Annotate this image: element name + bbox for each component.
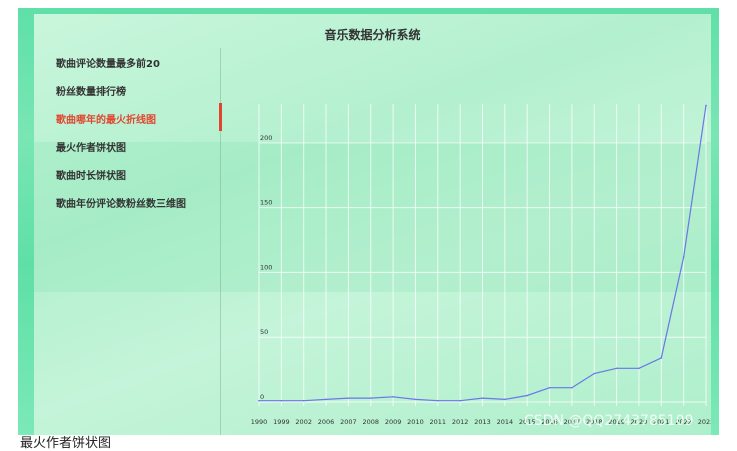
data-point [280,399,283,402]
data-point [347,397,350,399]
line-chart: 0 50 100 150 200 1990 1999 2002 2006 2007 2008 200… [251,104,711,426]
data-point [481,397,484,399]
y-tick-label: 150 [260,199,272,207]
data-point [258,399,260,402]
data-point [615,367,618,370]
x-tick-label: 2009 [385,418,402,426]
x-tick-label: 1999 [273,418,290,426]
y-tick-label: 200 [260,134,272,142]
sidebar-item-fans-ranking[interactable]: 粉丝数量排行榜 [56,83,126,98]
data-point [526,394,528,397]
x-tick-label: 2006 [318,418,335,426]
sidebar-item-top-author-pie[interactable]: 最火作者饼状图 [56,139,126,154]
chart-grid [258,104,707,406]
x-tick-label: 2010 [407,418,424,426]
x-tick-label: 2007 [340,418,357,426]
data-point [459,399,461,402]
active-indicator [219,103,222,131]
sidebar: 歌曲评论数量最多前20 粉丝数量排行榜 歌曲哪年的最火折线图 最火作者饼状图 歌… [34,48,222,435]
data-point [660,357,663,359]
sidebar-item-hottest-year-line[interactable]: 歌曲哪年的最火折线图 [56,111,156,126]
data-point [414,398,417,401]
main-panel: 音乐数据分析系统 歌曲评论数量最多前20 粉丝数量排行榜 歌曲哪年的最火折线图 … [34,14,711,435]
x-tick-label: 2014 [497,418,514,426]
app-frame: 音乐数据分析系统 歌曲评论数量最多前20 粉丝数量排行榜 歌曲哪年的最火折线图 … [18,8,719,435]
data-point [571,386,573,389]
data-point [302,399,305,402]
sidebar-item-top-comments[interactable]: 歌曲评论数量最多前20 [56,55,160,70]
watermark: CSDN @QQ2743785109 [524,413,694,429]
data-point [325,398,327,401]
data-point [392,396,394,398]
y-tick-label: 50 [260,328,268,336]
sidebar-item-duration-pie[interactable]: 歌曲时长饼状图 [56,167,126,182]
x-tick-label: 2002 [295,418,312,426]
data-point [369,397,372,399]
data-point [682,256,685,258]
x-tick-label: 2012 [452,418,469,426]
x-tick-label: 2011 [430,418,447,426]
data-point [437,399,439,402]
data-point [638,367,640,370]
data-point [705,104,707,107]
data-point [504,398,506,401]
x-tick-label: 2013 [474,418,491,426]
y-tick-label: 0 [260,393,264,401]
data-point [593,372,596,375]
footer-text: 最火作者饼状图 [20,436,112,451]
x-tick-label: 1990 [251,418,268,426]
sidebar-item-3d-chart[interactable]: 歌曲年份评论数粉丝数三维图 [56,195,186,210]
y-tick-label: 100 [260,263,272,271]
x-tick-label: 2008 [362,418,379,426]
x-tick-label: 2023 [698,418,711,426]
data-point [548,386,551,389]
y-axis: 0 50 100 150 200 [260,134,272,401]
